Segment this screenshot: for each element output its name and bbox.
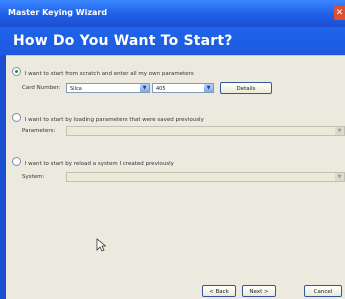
option-reload[interactable]: I want to start by reload a system I cre… xyxy=(12,156,174,167)
parameters-select[interactable]: ▼ xyxy=(66,126,345,136)
option-scratch-label: I want to start from scratch and enter a… xyxy=(24,71,194,77)
radio-reload[interactable] xyxy=(12,157,21,166)
details-button[interactable]: Details xyxy=(220,82,272,94)
card-number-secondary-value: 405 xyxy=(156,86,166,92)
option-load[interactable]: I want to start by loading parameters th… xyxy=(12,112,204,123)
option-load-label: I want to start by loading parameters th… xyxy=(24,117,204,123)
parameters-label: Parameters: xyxy=(22,128,56,134)
chevron-down-icon[interactable]: ▼ xyxy=(335,173,344,181)
system-label: System: xyxy=(22,174,45,180)
title-bar: Master Keying Wizard ✕ xyxy=(0,0,345,27)
card-number-label: Card Number: xyxy=(22,85,61,91)
card-number-select[interactable]: Silca ▼ xyxy=(66,83,150,93)
radio-scratch[interactable] xyxy=(12,67,21,76)
close-icon[interactable]: ✕ xyxy=(334,6,345,20)
next-button[interactable]: Next > xyxy=(242,285,276,297)
wizard-content: I want to start from scratch and enter a… xyxy=(6,55,345,299)
option-scratch[interactable]: I want to start from scratch and enter a… xyxy=(12,66,194,77)
chevron-down-icon[interactable]: ▼ xyxy=(140,84,149,92)
chevron-down-icon[interactable]: ▼ xyxy=(204,84,213,92)
option-reload-label: I want to start by reload a system I cre… xyxy=(24,161,174,167)
radio-load[interactable] xyxy=(12,113,21,122)
mouse-pointer-icon xyxy=(96,238,107,255)
page-title: How Do You Want To Start? xyxy=(13,33,233,49)
back-button[interactable]: < Back xyxy=(202,285,236,297)
card-number-secondary-select[interactable]: 405 ▼ xyxy=(152,83,214,93)
system-select[interactable]: ▼ xyxy=(66,172,345,182)
cancel-button[interactable]: Cancel xyxy=(304,285,342,297)
card-number-value: Silca xyxy=(70,86,82,92)
chevron-down-icon[interactable]: ▼ xyxy=(335,127,344,135)
window-title: Master Keying Wizard xyxy=(8,8,108,17)
